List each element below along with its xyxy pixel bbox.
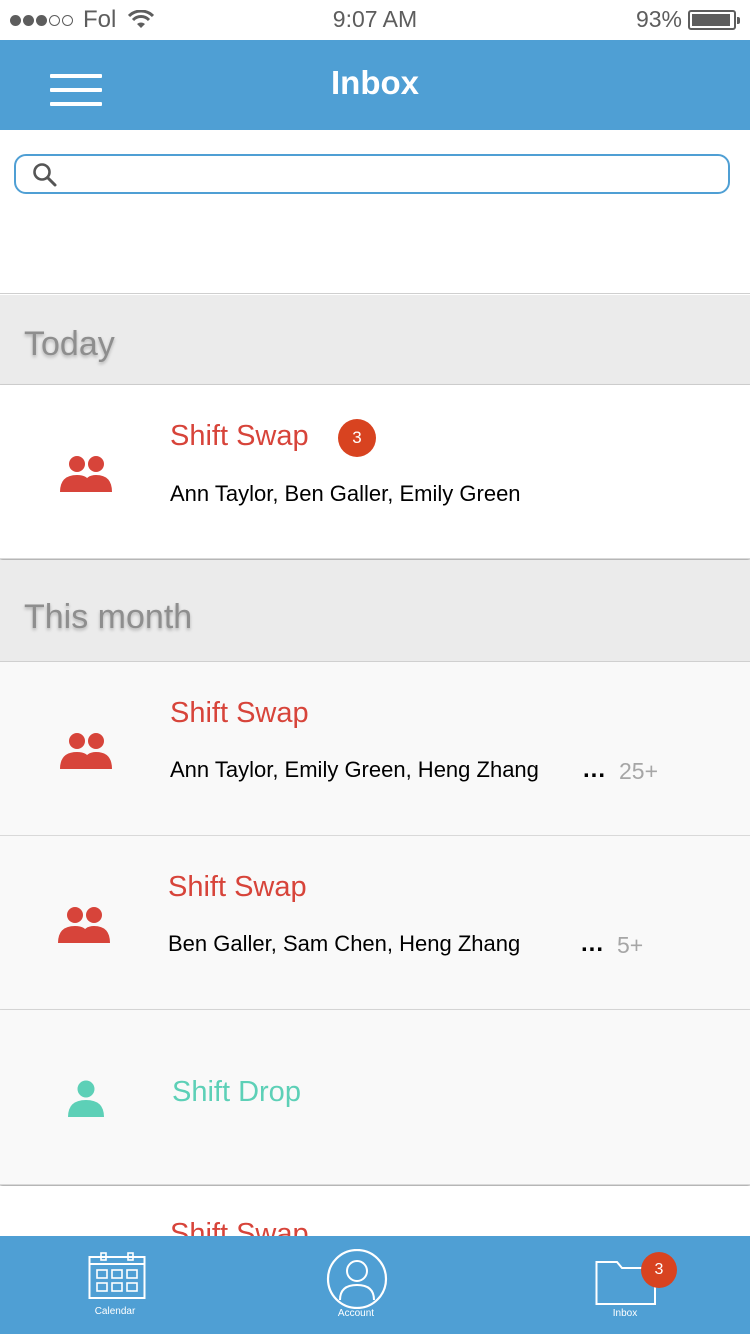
- section-label: Today: [24, 325, 115, 363]
- tab-calendar[interactable]: Calendar: [65, 1236, 165, 1334]
- group-icon: [60, 456, 112, 492]
- row-participants: Ann Taylor, Emily Green, Heng Zhang: [170, 757, 539, 782]
- section-label: This month: [24, 598, 193, 636]
- calendar-icon: [88, 1252, 146, 1299]
- person-icon: [68, 1080, 104, 1117]
- tab-label: Account: [337, 1308, 375, 1319]
- search-box[interactable]: [14, 154, 730, 194]
- tab-label: Inbox: [612, 1308, 638, 1319]
- unread-badge: 3: [338, 419, 376, 457]
- row-title: Shift Swap: [170, 420, 309, 452]
- more-ellipsis: ...: [581, 930, 605, 957]
- battery-percent: 93%: [635, 6, 682, 32]
- list-item[interactable]: Shift Drop: [0, 1010, 750, 1185]
- tab-inbox[interactable]: 3 Inbox: [575, 1236, 677, 1334]
- participant-count: 25+: [619, 758, 659, 784]
- row-participants: Ann Taylor, Ben Galler, Emily Green: [170, 481, 521, 506]
- list-item[interactable]: Shift Swap Ben Galler, Sam Chen, Heng Zh…: [0, 836, 750, 1010]
- participant-count: 5+: [617, 932, 644, 958]
- tab-account[interactable]: Account: [306, 1236, 406, 1334]
- battery-icon: [688, 9, 740, 30]
- app-header: Inbox: [0, 40, 750, 130]
- search-input[interactable]: [68, 160, 718, 188]
- list-item[interactable]: Shift Swap 3 Ann Taylor, Ben Galler, Emi…: [0, 385, 750, 559]
- section-header-this-month: This month: [0, 560, 750, 662]
- search-icon: [33, 163, 57, 187]
- account-icon: [326, 1249, 388, 1309]
- row-title: Shift Drop: [172, 1076, 301, 1108]
- group-icon: [60, 733, 112, 769]
- tab-bar: Calendar Account 3 Inbox: [0, 1236, 750, 1334]
- status-bar: Fol 9:07 AM 93%: [0, 0, 750, 40]
- inbox-badge: 3: [641, 1252, 677, 1288]
- more-ellipsis: ...: [583, 756, 607, 783]
- group-icon: [58, 907, 110, 943]
- row-title: Shift Swap: [170, 697, 309, 729]
- page-title: Inbox: [331, 64, 419, 101]
- tab-label: Calendar: [94, 1306, 136, 1317]
- section-header-today: Today: [0, 295, 750, 385]
- list-item[interactable]: Shift Swap Ann Taylor, Emily Green, Heng…: [0, 662, 750, 836]
- search-area: [0, 130, 750, 294]
- row-title: Shift Swap: [168, 871, 307, 903]
- battery-status: 93%: [635, 6, 740, 33]
- row-participants: Ben Galler, Sam Chen, Heng Zhang: [168, 931, 521, 956]
